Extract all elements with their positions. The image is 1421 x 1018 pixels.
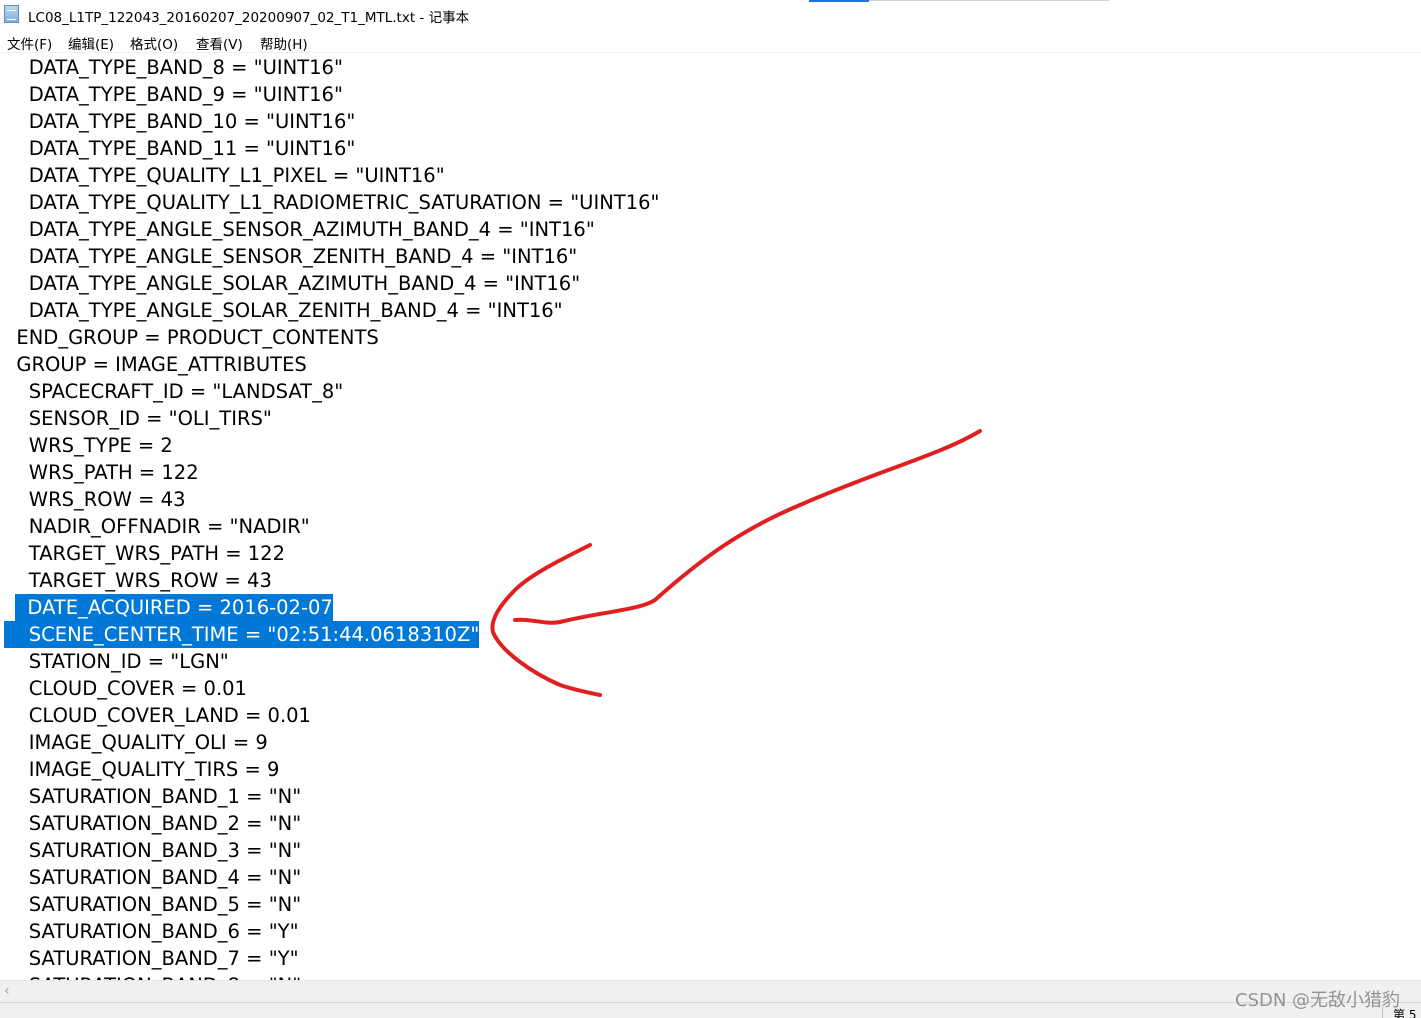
text-line: DATA_TYPE_ANGLE_SOLAR_ZENITH_BAND_4 = "I…: [4, 299, 563, 322]
selected-text-line: DATE_ACQUIRED = 2016-02-07: [15, 594, 333, 621]
text-line: NADIR_OFFNADIR = "NADIR": [4, 515, 310, 538]
taskbar-accent: [809, 0, 869, 2]
scroll-left-arrow-icon[interactable]: ‹: [4, 984, 16, 998]
text-line: DATA_TYPE_BAND_11 = "UINT16": [4, 137, 356, 160]
text-line: DATA_TYPE_ANGLE_SENSOR_ZENITH_BAND_4 = "…: [4, 245, 578, 268]
text-line: SATURATION_BAND_2 = "N": [4, 812, 302, 835]
status-bar: 第 5: [0, 1002, 1421, 1018]
text-line: WRS_TYPE = 2: [4, 434, 173, 457]
text-line: DATA_TYPE_QUALITY_L1_RADIOMETRIC_SATURAT…: [4, 191, 660, 214]
text-line: SATURATION_BAND_3 = "N": [4, 839, 302, 862]
selected-text-line: SCENE_CENTER_TIME = "02:51:44.0618310Z": [4, 621, 480, 648]
watermark: CSDN @无敌小猎豹: [1235, 990, 1401, 1011]
text-line: GROUP = IMAGE_ATTRIBUTES: [4, 353, 307, 376]
text-line: IMAGE_QUALITY_TIRS = 9: [4, 758, 280, 781]
text-line: DATA_TYPE_BAND_9 = "UINT16": [4, 83, 343, 106]
text-line: DATA_TYPE_BAND_10 = "UINT16": [4, 110, 356, 133]
title-divider: [869, 0, 1109, 1]
horizontal-scrollbar[interactable]: ‹: [0, 980, 1421, 1003]
text-line: WRS_ROW = 43: [4, 488, 186, 511]
text-line: CLOUD_COVER = 0.01: [4, 677, 247, 700]
text-line: SATURATION_BAND_4 = "N": [4, 866, 302, 889]
text-line: SATURATION_BAND_7 = "Y": [4, 947, 299, 970]
text-editor-area[interactable]: DATA_TYPE_BAND_8 = "UINT16" DATA_TYPE_BA…: [0, 53, 1421, 980]
text-line: SATURATION_BAND_8 = "N": [4, 972, 301, 980]
text-line: DATA_TYPE_ANGLE_SENSOR_AZIMUTH_BAND_4 = …: [4, 218, 595, 241]
text-line: WRS_PATH = 122: [4, 461, 199, 484]
text-line: TARGET_WRS_PATH = 122: [4, 542, 285, 565]
text-line: DATA_TYPE_BAND_8 = "UINT16": [4, 56, 343, 79]
text-line: CLOUD_COVER_LAND = 0.01: [4, 704, 311, 727]
menu-bar: 文件(F) 编辑(E) 格式(O) 查看(V) 帮助(H): [0, 30, 1421, 53]
menu-help[interactable]: 帮助(H): [260, 33, 308, 53]
text-line: DATA_TYPE_QUALITY_L1_PIXEL = "UINT16": [4, 164, 445, 187]
menu-view[interactable]: 查看(V): [196, 33, 243, 53]
notepad-window: LC08_L1TP_122043_20160207_20200907_02_T1…: [0, 0, 1421, 1018]
text-line: END_GROUP = PRODUCT_CONTENTS: [4, 326, 379, 349]
text-line: IMAGE_QUALITY_OLI = 9: [4, 731, 268, 754]
title-bar: LC08_L1TP_122043_20160207_20200907_02_T1…: [0, 0, 1421, 30]
text-line: SENSOR_ID = "OLI_TIRS": [4, 407, 272, 430]
text-line: DATA_TYPE_ANGLE_SOLAR_AZIMUTH_BAND_4 = "…: [4, 272, 581, 295]
menu-format[interactable]: 格式(O): [130, 33, 178, 53]
text-line: TARGET_WRS_ROW = 43: [4, 569, 272, 592]
text-line: SATURATION_BAND_1 = "N": [4, 785, 302, 808]
text-line: SATURATION_BAND_5 = "N": [4, 893, 302, 916]
text-line: SPACECRAFT_ID = "LANDSAT_8": [4, 380, 344, 403]
notepad-icon: [4, 5, 19, 23]
menu-file[interactable]: 文件(F): [7, 33, 52, 53]
text-line: STATION_ID = "LGN": [4, 650, 229, 673]
text-line: SATURATION_BAND_6 = "Y": [4, 920, 299, 943]
window-title: LC08_L1TP_122043_20160207_20200907_02_T1…: [28, 10, 470, 26]
menu-edit[interactable]: 编辑(E): [68, 33, 114, 53]
